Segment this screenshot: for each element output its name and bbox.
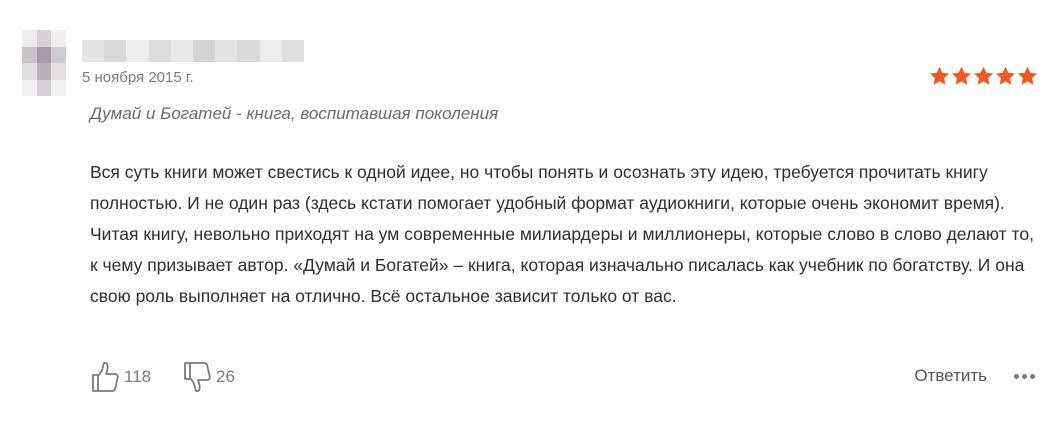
star-icon xyxy=(974,66,993,85)
like-button[interactable]: 118 xyxy=(90,360,151,394)
review-date: 5 ноября 2015 г. xyxy=(82,69,194,86)
like-count: 118 xyxy=(124,367,152,386)
thumbs-down-icon xyxy=(184,362,211,392)
star-icon xyxy=(930,66,949,85)
rating-stars xyxy=(929,66,1038,86)
review-text: Вся суть книги может свестись к одной ид… xyxy=(90,162,1034,306)
reply-button[interactable]: Ответить xyxy=(914,366,987,386)
dislike-button[interactable]: 26 xyxy=(182,360,235,394)
more-dots-icon[interactable] xyxy=(1014,374,1035,379)
star-icon xyxy=(952,66,971,85)
username[interactable] xyxy=(82,40,305,62)
dislike-count: 26 xyxy=(216,367,235,386)
star-icon xyxy=(1018,66,1037,85)
star-icon xyxy=(996,66,1015,85)
review-actions: 118 26 Ответить xyxy=(90,360,1035,394)
review-title: Думай и Богатей - книга, воспитавшая пок… xyxy=(90,104,499,123)
avatar[interactable] xyxy=(22,30,66,96)
thumbs-up-icon xyxy=(92,362,119,392)
review-card: 5 ноября 2015 г. Думай и Богатей - книга… xyxy=(0,0,1055,423)
